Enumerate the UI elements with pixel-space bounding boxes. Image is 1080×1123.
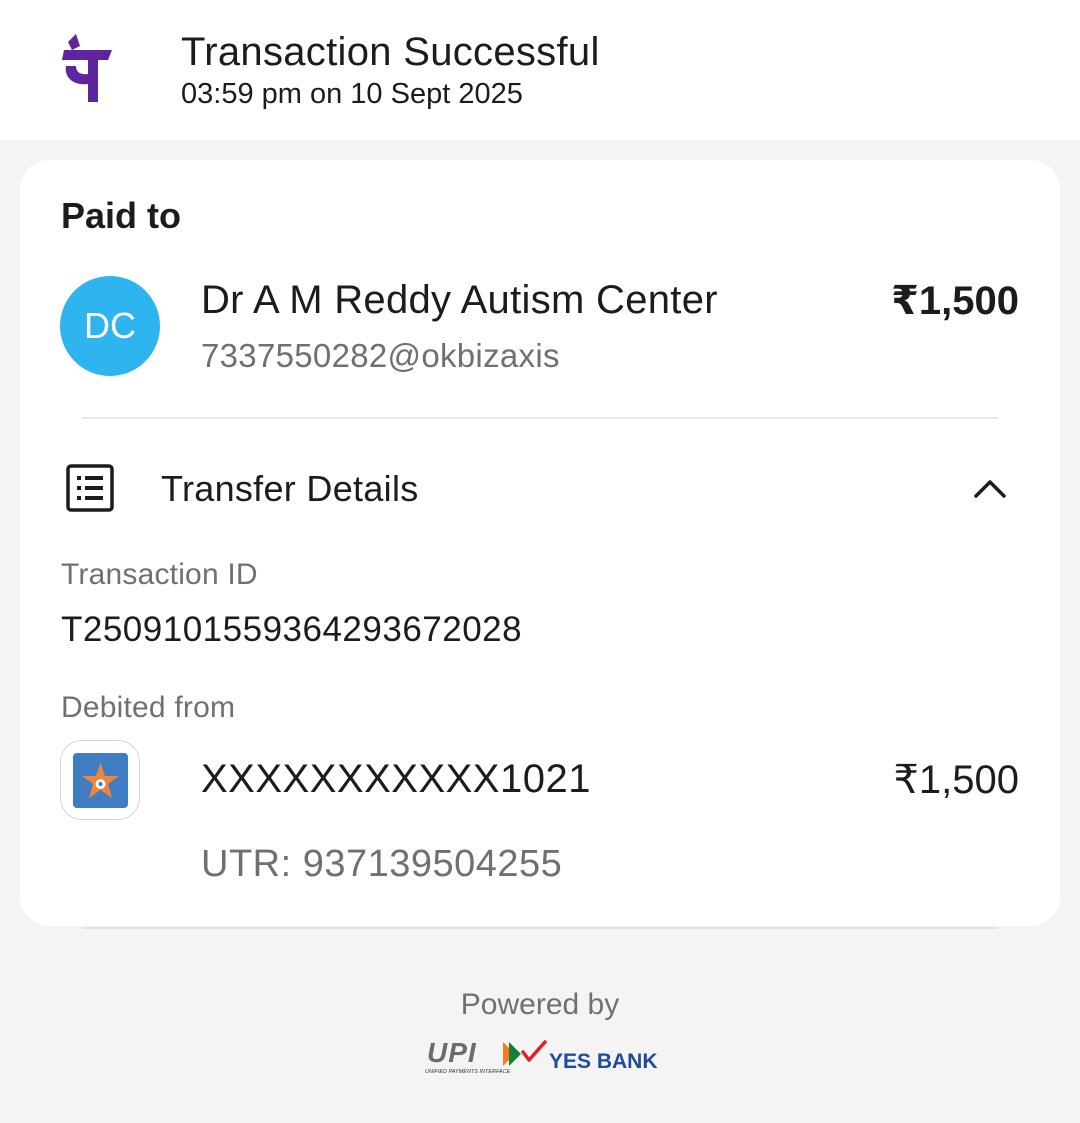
payee-avatar: DC <box>60 276 160 376</box>
chevron-up-icon[interactable] <box>970 470 1010 506</box>
upi-tagline: UNIFIED PAYMENTS INTERFACE <box>425 1069 511 1075</box>
section-divider <box>82 417 998 419</box>
transaction-header: Transaction Successful 03:59 pm on 10 Se… <box>0 0 1080 140</box>
phonepe-logo-icon <box>62 34 112 102</box>
yes-bank-logo-icon: YES BANK <box>521 1040 658 1073</box>
utr-number: UTR: 937139504255 <box>201 843 563 885</box>
debit-amount: ₹1,500 <box>893 758 1019 802</box>
account-number: XXXXXXXXXXX1021 <box>201 757 591 801</box>
upi-yes-bank-logo: UPI UNIFIED PAYMENTS INTERFACE YES BANK <box>425 1038 658 1075</box>
transaction-id-label: Transaction ID <box>61 558 258 591</box>
upi-logo-text: UPI <box>427 1038 477 1068</box>
paid-to-label: Paid to <box>61 195 182 236</box>
upi-logo-icon: UPI UNIFIED PAYMENTS INTERFACE <box>425 1038 521 1075</box>
powered-by-label: Powered by <box>460 988 620 1021</box>
bank-star-icon <box>73 753 128 808</box>
footer-divider <box>82 927 998 929</box>
transaction-id-value: T2509101559364293672028 <box>61 610 523 649</box>
debited-from-label: Debited from <box>61 691 236 724</box>
yes-bank-text: YES BANK <box>549 1050 658 1073</box>
transfer-details-title[interactable]: Transfer Details <box>161 468 419 510</box>
bank-logo <box>60 740 140 820</box>
transaction-timestamp: 03:59 pm on 10 Sept 2025 <box>181 78 523 110</box>
paid-amount: ₹1,500 <box>891 279 1019 323</box>
payee-vpa: 7337550282@okbizaxis <box>201 337 560 374</box>
transaction-card: Paid to DC Dr A M Reddy Autism Center 73… <box>20 160 1060 926</box>
payee-name: Dr A M Reddy Autism Center <box>201 278 718 322</box>
page-title: Transaction Successful <box>181 30 600 74</box>
receipt-list-icon <box>66 464 114 512</box>
